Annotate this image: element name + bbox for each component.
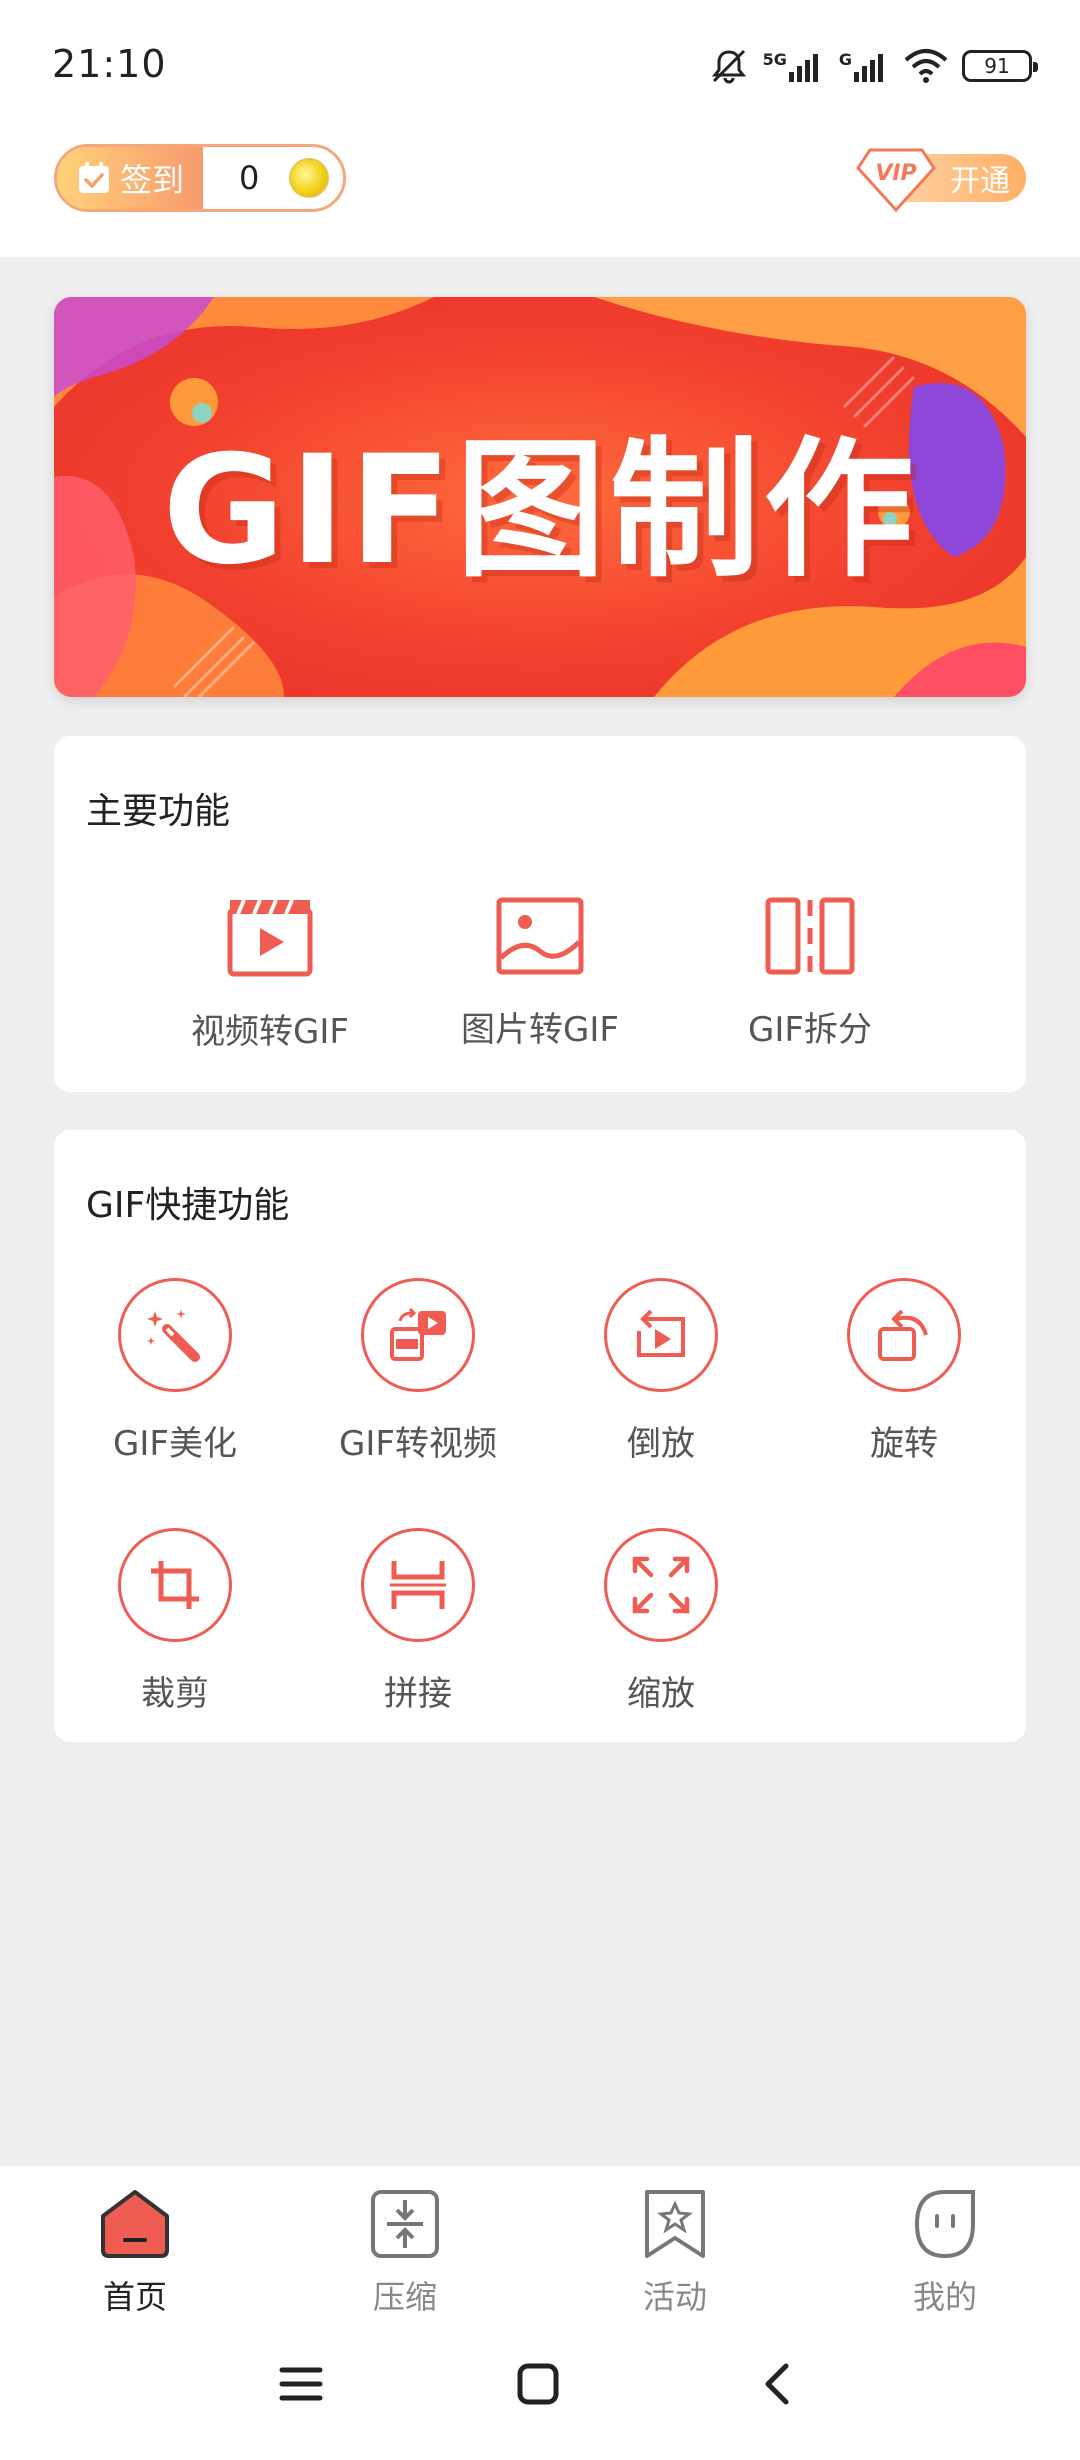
gif-to-video-button[interactable]: GIF转视频 bbox=[303, 1278, 533, 1465]
home-icon bbox=[101, 2190, 169, 2258]
nav-activity-label: 活动 bbox=[642, 2278, 707, 2316]
coin-counter: 0 bbox=[203, 147, 343, 209]
quick-features-card: GIF快捷功能 GIF美化 GIF转视频 倒放 旋转 裁剪 拼接 缩放 bbox=[54, 1130, 1026, 1742]
vip-open-button[interactable]: 开通 VIP bbox=[856, 148, 1026, 213]
rotate-circle[interactable] bbox=[847, 1278, 961, 1392]
bottom-nav: 首页 压缩 活动 我的 bbox=[0, 2166, 1080, 2328]
network-type-label-2: G bbox=[838, 50, 852, 69]
split-icon bbox=[765, 897, 855, 975]
coin-count: 0 bbox=[239, 159, 260, 197]
signal-icon: 5G bbox=[763, 50, 825, 82]
wifi-icon bbox=[904, 49, 948, 83]
profile-face-icon bbox=[914, 2190, 975, 2259]
rotate-button[interactable]: 旋转 bbox=[789, 1278, 1019, 1465]
video-clapper-icon bbox=[227, 899, 313, 977]
video-to-gif-label: 视频转GIF bbox=[191, 1012, 349, 1052]
hero-banner[interactable]: GIF图制作 bbox=[54, 297, 1026, 697]
checkin-button[interactable]: 签到 bbox=[57, 147, 203, 209]
nav-home[interactable]: 首页 bbox=[65, 2188, 205, 2318]
crop-circle[interactable] bbox=[118, 1528, 232, 1642]
nav-mine[interactable]: 我的 bbox=[875, 2188, 1015, 2318]
reverse-circle[interactable] bbox=[604, 1278, 718, 1392]
gif-to-video-icon bbox=[390, 1307, 446, 1361]
system-nav-bar bbox=[0, 2328, 1080, 2460]
battery-level: 91 bbox=[984, 54, 1010, 78]
gif-beautify-button[interactable]: GIF美化 bbox=[60, 1278, 290, 1465]
gif-to-video-circle[interactable] bbox=[361, 1278, 475, 1392]
image-to-gif-label: 图片转GIF bbox=[461, 1010, 619, 1050]
scale-label: 缩放 bbox=[627, 1674, 695, 1714]
crop-label: 裁剪 bbox=[141, 1674, 209, 1714]
rotate-icon bbox=[878, 1309, 928, 1361]
vip-diamond-icon: VIP bbox=[856, 148, 936, 213]
gif-beautify-circle[interactable] bbox=[118, 1278, 232, 1392]
reverse-button[interactable]: 倒放 bbox=[546, 1278, 776, 1465]
calendar-check-icon bbox=[78, 162, 109, 193]
vip-badge-text: VIP bbox=[875, 161, 916, 186]
gif-split-label: GIF拆分 bbox=[748, 1010, 872, 1050]
crop-icon bbox=[151, 1561, 199, 1609]
main-features-card: 主要功能 视频转GIF 图片转GIF GIF拆分 bbox=[54, 736, 1026, 1092]
nav-compress[interactable]: 压缩 bbox=[335, 2188, 475, 2318]
nav-home-label: 首页 bbox=[102, 2278, 167, 2316]
crop-button[interactable]: 裁剪 bbox=[60, 1528, 290, 1715]
bookmark-star-icon bbox=[645, 2190, 705, 2258]
bell-muted-icon bbox=[711, 49, 746, 84]
gif-beautify-label: GIF美化 bbox=[113, 1424, 237, 1464]
join-icon bbox=[390, 1561, 446, 1609]
join-label: 拼接 bbox=[384, 1674, 452, 1714]
gif-split-button[interactable]: GIF拆分 bbox=[680, 896, 940, 1051]
reverse-play-icon bbox=[637, 1309, 685, 1357]
vip-label: 开通 bbox=[950, 164, 1010, 199]
home-square-icon[interactable] bbox=[516, 2362, 560, 2406]
scale-icon bbox=[632, 1556, 690, 1614]
reverse-label: 倒放 bbox=[627, 1424, 695, 1464]
signal-icon-2: G bbox=[839, 50, 890, 82]
join-circle[interactable] bbox=[361, 1528, 475, 1642]
network-type-label: 5G bbox=[762, 50, 787, 69]
status-bar: 21:10 5G G 91 bbox=[0, 0, 1080, 130]
status-time: 21:10 bbox=[52, 42, 167, 86]
nav-activity[interactable]: 活动 bbox=[605, 2188, 745, 2318]
rotate-label: 旋转 bbox=[870, 1424, 938, 1464]
main-features-title: 主要功能 bbox=[86, 791, 231, 832]
checkin-widget[interactable]: 签到 0 bbox=[54, 144, 346, 212]
coin-icon bbox=[289, 158, 329, 198]
status-icons: 5G G 91 bbox=[709, 44, 1038, 88]
gif-to-video-label: GIF转视频 bbox=[339, 1424, 497, 1464]
nav-compress-label: 压缩 bbox=[372, 2278, 437, 2316]
banner-title: GIF图制作 bbox=[162, 423, 918, 598]
video-to-gif-button[interactable]: 视频转GIF bbox=[140, 896, 400, 1053]
battery-icon: 91 bbox=[962, 50, 1038, 82]
top-header: 签到 0 开通 VIP bbox=[0, 130, 1080, 257]
scale-button[interactable]: 缩放 bbox=[546, 1528, 776, 1715]
compress-icon bbox=[371, 2190, 439, 2258]
image-icon bbox=[496, 897, 584, 975]
app-screen: 21:10 5G G 91 签到 0 开通 VIP GIF图制作 主要功能 视频… bbox=[0, 0, 1080, 2460]
quick-features-title: GIF快捷功能 bbox=[86, 1185, 290, 1226]
back-icon[interactable] bbox=[758, 2362, 798, 2406]
checkin-label: 签到 bbox=[119, 161, 184, 199]
join-button[interactable]: 拼接 bbox=[303, 1528, 533, 1715]
image-to-gif-button[interactable]: 图片转GIF bbox=[410, 896, 670, 1051]
nav-mine-label: 我的 bbox=[912, 2278, 977, 2316]
magic-wand-icon bbox=[147, 1309, 200, 1362]
menu-icon[interactable] bbox=[278, 2362, 324, 2406]
scale-circle[interactable] bbox=[604, 1528, 718, 1642]
